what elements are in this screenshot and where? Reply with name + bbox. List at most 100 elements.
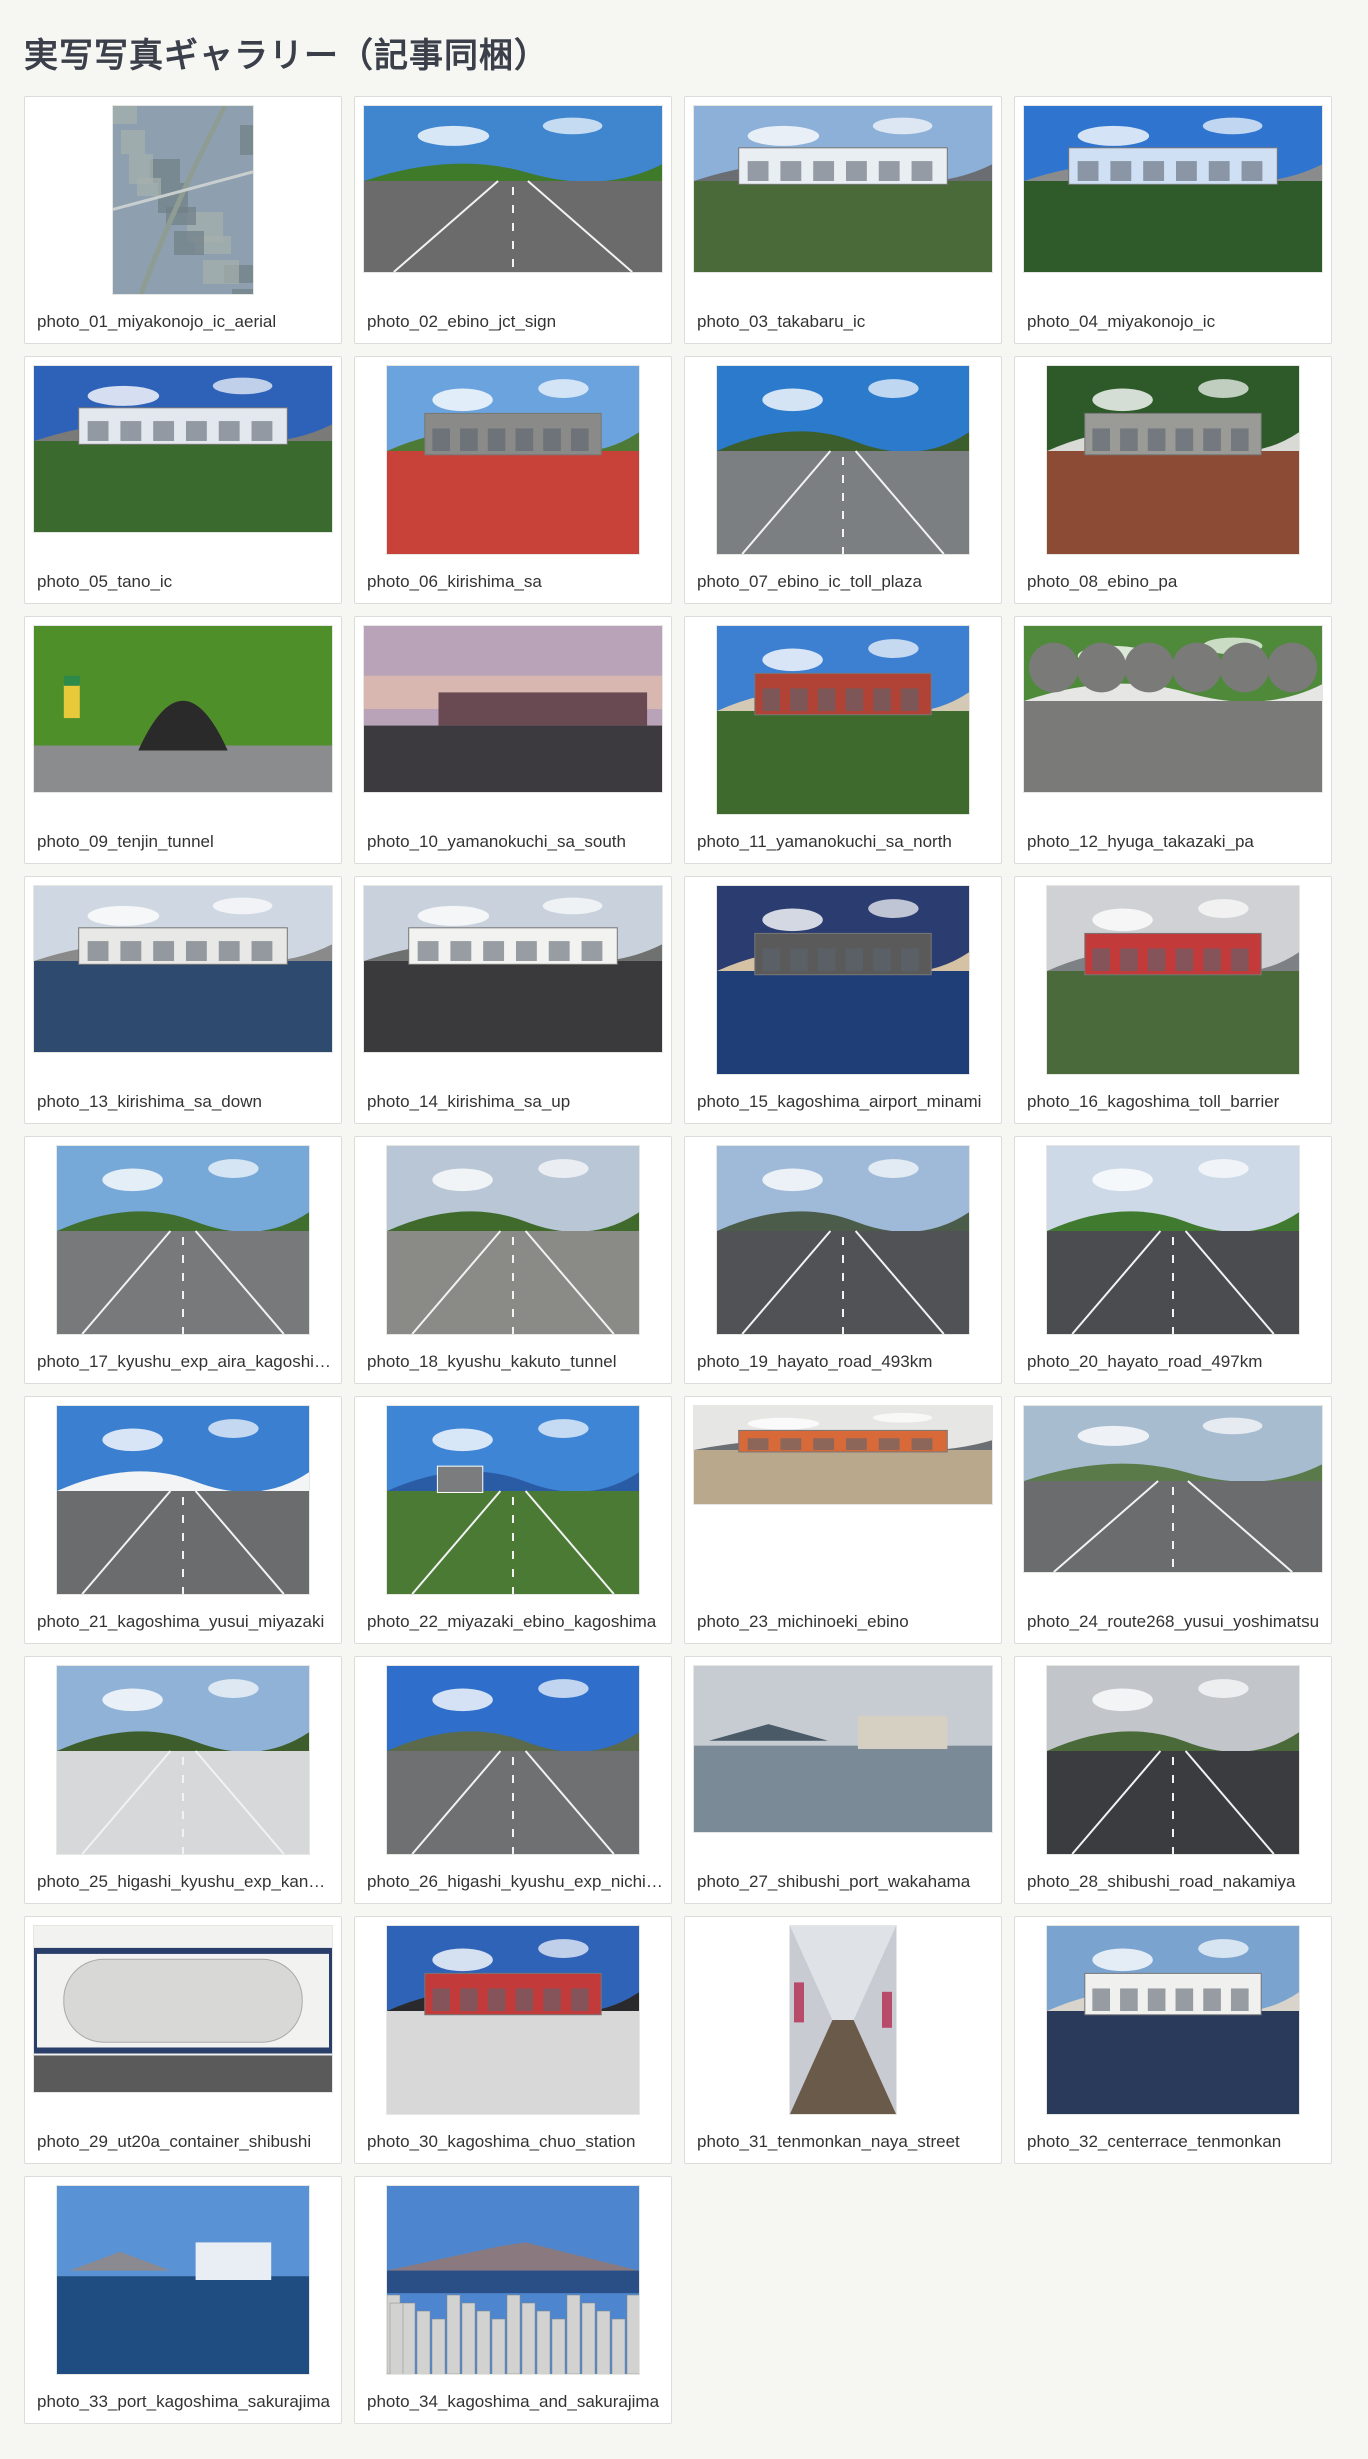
photo-thumbnail[interactable] — [33, 885, 333, 1053]
photo-caption: photo_23_michinoeki_ebino — [697, 1612, 909, 1631]
gallery-card[interactable]: photo_15_kagoshima_airport_minami — [684, 876, 1002, 1124]
photo-thumbnail[interactable] — [363, 105, 663, 273]
gallery-card[interactable]: photo_27_shibushi_port_wakahama — [684, 1656, 1002, 1904]
photo-thumbnail[interactable] — [56, 2185, 310, 2375]
photo-thumbnail[interactable] — [1046, 1925, 1300, 2115]
gallery-card[interactable]: photo_08_ebino_pa — [1014, 356, 1332, 604]
gallery-card[interactable]: photo_34_kagoshima_and_sakurajima — [354, 2176, 672, 2424]
gallery-card[interactable]: photo_19_hayato_road_493km — [684, 1136, 1002, 1384]
photo-caption: photo_18_kyushu_kakuto_tunnel — [367, 1352, 617, 1371]
gallery-card[interactable]: photo_09_tenjin_tunnel — [24, 616, 342, 864]
photo-thumbnail[interactable] — [1023, 105, 1323, 273]
gallery-card[interactable]: photo_18_kyushu_kakuto_tunnel — [354, 1136, 672, 1384]
gallery-card[interactable]: photo_24_route268_yusui_yoshimatsu — [1014, 1396, 1332, 1644]
thumbnail-frame — [363, 1405, 663, 1595]
gallery-card[interactable]: photo_04_miyakonojo_ic — [1014, 96, 1332, 344]
photo-thumbnail[interactable] — [363, 625, 663, 793]
photo-thumbnail[interactable] — [693, 1665, 993, 1833]
photo-thumbnail[interactable] — [1046, 1145, 1300, 1335]
photo-thumbnail[interactable] — [693, 105, 993, 273]
gallery-card[interactable]: photo_32_centerrace_tenmonkan — [1014, 1916, 1332, 2164]
photo-thumbnail[interactable] — [789, 1925, 897, 2115]
photo-thumbnail[interactable] — [56, 1665, 310, 1855]
photo-thumbnail[interactable] — [363, 885, 663, 1053]
gallery-card[interactable]: photo_06_kirishima_sa — [354, 356, 672, 604]
photo-thumbnail[interactable] — [386, 365, 640, 555]
photo-caption: photo_01_miyakonojo_ic_aerial — [37, 312, 277, 331]
photo-caption: photo_17_kyushu_exp_aira_kagoshima — [37, 1352, 333, 1371]
gallery-card[interactable]: photo_29_ut20a_container_shibushi — [24, 1916, 342, 2164]
thumbnail-frame — [693, 1145, 993, 1335]
photo-thumbnail[interactable] — [386, 1665, 640, 1855]
photo-thumbnail[interactable] — [716, 625, 970, 815]
photo-thumbnail[interactable] — [1023, 625, 1323, 793]
photo-caption: photo_07_ebino_ic_toll_plaza — [697, 572, 922, 591]
photo-thumbnail[interactable] — [716, 885, 970, 1075]
thumbnail-frame — [363, 1665, 663, 1855]
photo-caption: photo_06_kirishima_sa — [367, 572, 542, 591]
thumbnail-frame — [33, 2185, 333, 2375]
thumbnail-frame — [1023, 365, 1323, 555]
photo-thumbnail[interactable] — [33, 625, 333, 793]
thumbnail-frame — [1023, 1925, 1323, 2115]
gallery-card[interactable]: photo_02_ebino_jct_sign — [354, 96, 672, 344]
photo-thumbnail[interactable] — [1046, 365, 1300, 555]
photo-thumbnail[interactable] — [1046, 1665, 1300, 1855]
thumbnail-frame — [1023, 1405, 1323, 1595]
gallery-card[interactable]: photo_17_kyushu_exp_aira_kagoshima — [24, 1136, 342, 1384]
gallery-card[interactable]: photo_12_hyuga_takazaki_pa — [1014, 616, 1332, 864]
thumbnail-frame — [363, 1925, 663, 2115]
gallery-card[interactable]: photo_26_higashi_kyushu_exp_nichinan — [354, 1656, 672, 1904]
photo-thumbnail[interactable] — [56, 1405, 310, 1595]
photo-thumbnail[interactable] — [1023, 1405, 1323, 1573]
photo-thumbnail[interactable] — [56, 1145, 310, 1335]
photo-caption: photo_10_yamanokuchi_sa_south — [367, 832, 626, 851]
gallery-card[interactable]: photo_07_ebino_ic_toll_plaza — [684, 356, 1002, 604]
gallery-card[interactable]: photo_33_port_kagoshima_sakurajima — [24, 2176, 342, 2424]
thumbnail-frame — [363, 365, 663, 555]
photo-thumbnail[interactable] — [386, 1405, 640, 1595]
gallery-card[interactable]: photo_20_hayato_road_497km — [1014, 1136, 1332, 1384]
gallery-card[interactable]: photo_14_kirishima_sa_up — [354, 876, 672, 1124]
gallery-card[interactable]: photo_22_miyazaki_ebino_kagoshima — [354, 1396, 672, 1644]
photo-thumbnail[interactable] — [386, 2185, 641, 2399]
photo-thumbnail[interactable] — [31, 1925, 335, 2093]
photo-caption: photo_26_higashi_kyushu_exp_nichinan — [367, 1872, 663, 1891]
photo-caption: photo_33_port_kagoshima_sakurajima — [37, 2392, 330, 2411]
gallery-card[interactable]: photo_11_yamanokuchi_sa_north — [684, 616, 1002, 864]
thumbnail-frame — [363, 2185, 663, 2399]
gallery-card[interactable]: photo_25_higashi_kyushu_exp_kanoya — [24, 1656, 342, 1904]
photo-thumbnail[interactable] — [112, 104, 282, 313]
photo-caption: photo_02_ebino_jct_sign — [367, 312, 557, 331]
gallery-card[interactable]: photo_16_kagoshima_toll_barrier — [1014, 876, 1332, 1124]
gallery-card[interactable]: photo_10_yamanokuchi_sa_south — [354, 616, 672, 864]
gallery-card[interactable]: photo_13_kirishima_sa_down — [24, 876, 342, 1124]
gallery-card[interactable]: photo_30_kagoshima_chuo_station — [354, 1916, 672, 2164]
gallery-card[interactable]: photo_31_tenmonkan_naya_street — [684, 1916, 1002, 2164]
photo-caption: photo_19_hayato_road_493km — [697, 1352, 933, 1371]
photo-thumbnail[interactable] — [1046, 885, 1300, 1075]
photo-caption: photo_29_ut20a_container_shibushi — [37, 2132, 312, 2151]
gallery-card[interactable]: photo_05_tano_ic — [24, 356, 342, 604]
gallery-card[interactable]: photo_01_miyakonojo_ic_aerial — [24, 96, 342, 344]
photo-caption: photo_14_kirishima_sa_up — [367, 1092, 571, 1111]
photo-caption: photo_09_tenjin_tunnel — [37, 832, 214, 851]
gallery-card[interactable]: photo_21_kagoshima_yusui_miyazaki — [24, 1396, 342, 1644]
photo-thumbnail[interactable] — [386, 1145, 640, 1335]
photo-thumbnail[interactable] — [386, 1925, 640, 2115]
photo-caption: photo_28_shibushi_road_nakamiya — [1027, 1872, 1296, 1891]
photo-thumbnail[interactable] — [716, 365, 970, 555]
thumbnail-frame — [693, 105, 993, 295]
thumbnail-frame — [33, 365, 333, 555]
gallery-card[interactable]: photo_28_shibushi_road_nakamiya — [1014, 1656, 1332, 1904]
thumbnail-frame — [363, 625, 663, 815]
thumbnail-frame — [33, 885, 333, 1075]
photo-thumbnail[interactable] — [716, 1145, 970, 1335]
thumbnail-frame — [693, 1665, 993, 1855]
photo-thumbnail[interactable] — [33, 365, 333, 533]
gallery-card[interactable]: photo_23_michinoeki_ebino — [684, 1396, 1002, 1644]
thumbnail-frame — [1023, 1665, 1323, 1855]
photo-thumbnail[interactable] — [693, 1405, 993, 1505]
photo-caption: photo_12_hyuga_takazaki_pa — [1027, 832, 1254, 851]
gallery-card[interactable]: photo_03_takabaru_ic — [684, 96, 1002, 344]
